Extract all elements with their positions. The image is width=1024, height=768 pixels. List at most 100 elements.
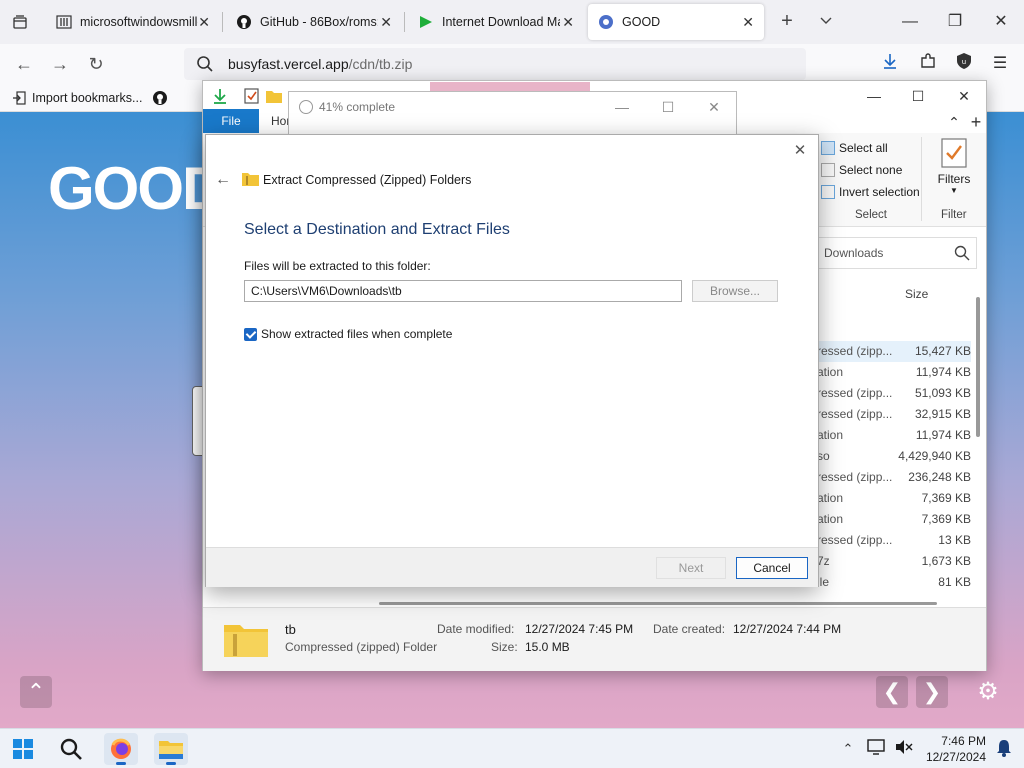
ribbon-collapse-icon[interactable]: ⌃ <box>943 111 965 133</box>
properties-icon <box>244 88 259 104</box>
select-none-button[interactable]: Select none <box>821 163 902 177</box>
file-row[interactable]: ressed (zipp... 51,093 KB <box>817 383 971 404</box>
file-row[interactable]: ation 7,369 KB <box>817 488 971 509</box>
file-size: 51,093 KB <box>914 386 971 400</box>
file-row[interactable]: ation 7,369 KB <box>817 509 971 530</box>
dialog-back-button[interactable]: ← <box>214 171 232 189</box>
firefox-taskbar-button[interactable] <box>104 733 138 765</box>
next-button[interactable]: Next <box>656 557 726 579</box>
destination-path-input[interactable] <box>244 280 682 302</box>
gear-icon[interactable]: ⚙ <box>972 676 1004 708</box>
back-button[interactable]: ← <box>12 52 36 76</box>
filters-button[interactable]: Filters ▼ <box>931 137 977 195</box>
search-placeholder: Downloads <box>824 246 884 260</box>
reload-button[interactable]: ↻ <box>84 52 108 76</box>
explorer-close-button[interactable]: ✕ <box>953 85 975 107</box>
file-row[interactable]: ressed (zipp... 13 KB <box>817 530 971 551</box>
size-value: 15.0 MB <box>525 640 570 654</box>
clock[interactable]: 7:46 PM 12/27/2024 <box>922 733 986 765</box>
windows-icon <box>13 739 33 759</box>
add-icon[interactable]: + <box>965 111 987 133</box>
downloads-button[interactable] <box>878 52 902 76</box>
tab-label: Internet Download Manager <box>442 15 560 29</box>
file-type: ressed (zipp... <box>817 386 893 400</box>
select-all-button[interactable]: Select all <box>821 141 888 155</box>
explorer-minimize-button[interactable]: — <box>863 85 885 107</box>
scroll-up-button[interactable]: ⌃ <box>20 676 52 708</box>
tab-close-icon[interactable]: ✕ <box>742 14 754 31</box>
progress-maximize-button[interactable]: ☐ <box>657 96 679 118</box>
tab-internet-download-manager[interactable]: Internet Download Manager ✕ <box>408 4 584 40</box>
dialog-close-button[interactable]: ✕ <box>790 141 810 161</box>
column-header-size[interactable]: Size <box>905 287 928 301</box>
prev-button[interactable]: ❮ <box>876 676 908 708</box>
start-button[interactable] <box>6 733 40 765</box>
github-bookmark-icon[interactable] <box>152 90 168 106</box>
import-icon <box>13 90 26 105</box>
menu-button[interactable]: ☰ <box>988 52 1012 76</box>
volume-muted-icon[interactable] <box>894 739 914 759</box>
cancel-button[interactable]: Cancel <box>736 557 808 579</box>
tab-close-icon[interactable]: ✕ <box>380 14 392 31</box>
invert-selection-label: Invert selection <box>839 185 920 199</box>
show-extracted-files-checkbox[interactable] <box>244 327 257 341</box>
file-row[interactable]: so 4,429,940 KB <box>817 446 971 467</box>
extensions-button[interactable] <box>916 52 940 76</box>
notification-bell-icon[interactable] <box>994 739 1014 759</box>
firefox-icon <box>111 738 131 759</box>
vertical-scrollbar[interactable] <box>976 297 980 437</box>
tab-github-86box[interactable]: GitHub - 86Box/roms: ROMs ✕ <box>226 4 402 40</box>
show-hidden-icons-button[interactable]: ⌃ <box>838 739 858 759</box>
url-bar[interactable]: busyfast.vercel.app/cdn/tb.zip <box>184 48 806 80</box>
taskbar: ⌃ 7:46 PM 12/27/2024 <box>0 728 1024 768</box>
tab-file[interactable]: File <box>203 109 259 133</box>
search-icon <box>197 56 213 72</box>
file-row[interactable]: ressed (zipp... 15,427 KB <box>817 341 971 362</box>
tab-label: GitHub - 86Box/roms: ROMs <box>260 15 378 29</box>
network-icon[interactable] <box>866 739 886 759</box>
tab-label: GOOD <box>622 15 661 29</box>
minimize-button[interactable]: — <box>898 10 922 34</box>
filter-group-label: Filter <box>941 209 967 221</box>
invert-selection-icon <box>821 185 835 199</box>
file-row[interactable]: 7z 1,673 KB <box>817 551 971 572</box>
dialog-heading: Extract Compressed (Zipped) Folders <box>263 173 472 187</box>
tab-good[interactable]: GOOD ✕ <box>588 4 764 40</box>
search-button[interactable] <box>54 733 88 765</box>
file-explorer-taskbar-button[interactable] <box>154 733 188 765</box>
list-all-tabs-button[interactable] <box>816 10 836 32</box>
tab-list-button[interactable] <box>8 10 32 34</box>
file-row[interactable]: ile 81 KB <box>817 572 971 593</box>
extract-dialog: ✕ ← Extract Compressed (Zipped) Folders … <box>205 134 819 587</box>
next-page-button[interactable]: ❯ <box>916 676 948 708</box>
restore-button[interactable]: ❐ <box>943 10 967 34</box>
browse-button[interactable]: Browse... <box>692 280 778 302</box>
import-bookmarks-link[interactable]: Import bookmarks... <box>32 91 142 105</box>
file-row[interactable]: ation 11,974 KB <box>817 362 971 383</box>
explorer-maximize-button[interactable]: ☐ <box>907 85 929 107</box>
file-row[interactable]: ressed (zipp... 236,248 KB <box>817 467 971 488</box>
invert-selection-button[interactable]: Invert selection <box>821 185 920 199</box>
file-size: 15,427 KB <box>914 344 971 358</box>
progress-close-button[interactable]: ✕ <box>703 96 725 118</box>
size-label: Size: <box>491 640 518 654</box>
file-row[interactable]: ation 11,974 KB <box>817 425 971 446</box>
file-type: ressed (zipp... <box>817 407 893 421</box>
shield-icon: u <box>957 53 971 69</box>
file-size: 32,915 KB <box>914 407 971 421</box>
horizontal-scrollbar[interactable] <box>379 602 937 605</box>
tab-microsoftwindowsmillennium[interactable]: microsoftwindowsmillennium ✕ <box>46 4 220 40</box>
forward-button[interactable]: → <box>48 52 72 76</box>
tab-close-icon[interactable]: ✕ <box>198 14 210 31</box>
new-tab-button[interactable]: + <box>776 10 798 32</box>
tab-close-icon[interactable]: ✕ <box>562 14 574 31</box>
clock-date: 12/27/2024 <box>925 750 986 764</box>
file-row[interactable]: ressed (zipp... 32,915 KB <box>817 404 971 425</box>
show-extracted-files-option[interactable]: Show extracted files when complete <box>244 327 452 341</box>
ublock-button[interactable]: u <box>952 52 976 76</box>
download-icon <box>884 54 896 69</box>
close-window-button[interactable]: ✕ <box>989 10 1013 34</box>
file-size: 13 KB <box>938 533 971 547</box>
progress-minimize-button[interactable]: — <box>611 96 633 118</box>
search-box[interactable]: Downloads <box>817 237 977 269</box>
